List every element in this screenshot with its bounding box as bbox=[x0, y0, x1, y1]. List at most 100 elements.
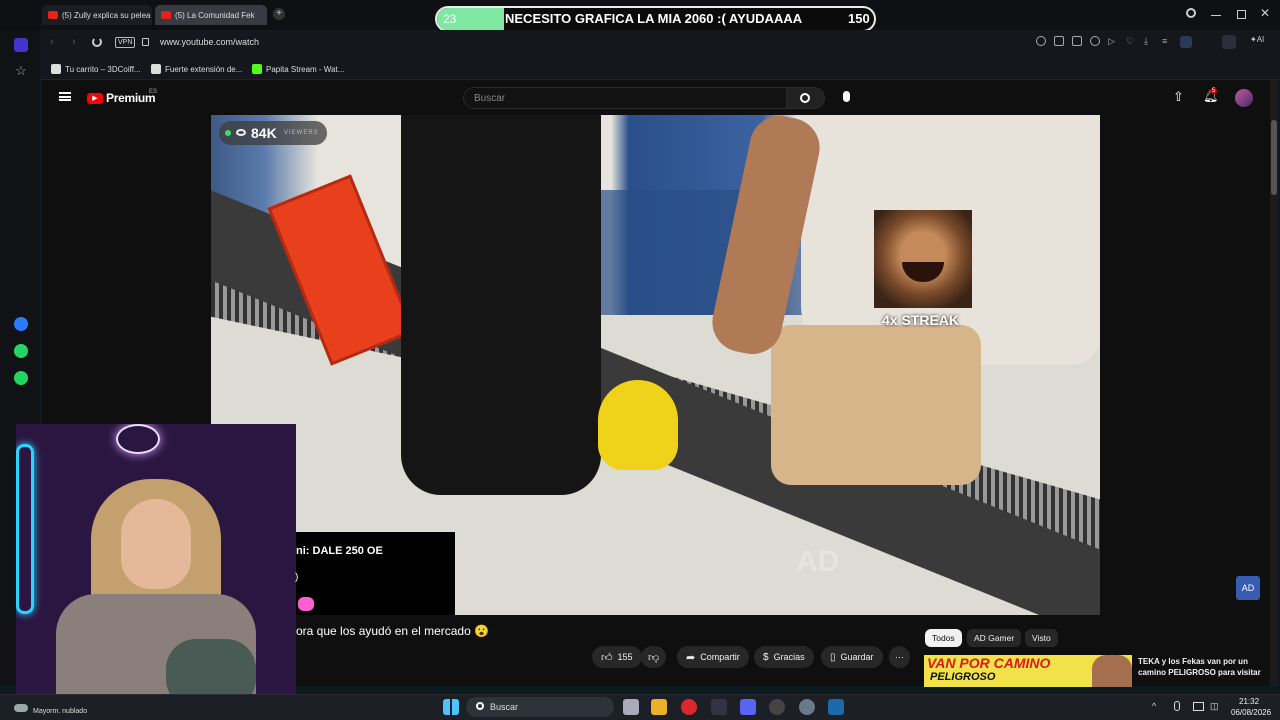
streamer-face bbox=[121, 499, 191, 589]
tab-label: (5) Zully explica su pelea c bbox=[62, 10, 152, 20]
video-player[interactable]: 84K VIEWERS 4x STREAK AD bbox=[211, 115, 1100, 615]
whatsapp-icon[interactable] bbox=[14, 344, 28, 358]
tab-comunidad[interactable]: (5) La Comunidad Fek bbox=[155, 5, 267, 25]
goal-current: 23 bbox=[443, 12, 457, 26]
more-actions-button[interactable]: ··· bbox=[889, 646, 910, 668]
chatgpt-icon[interactable] bbox=[769, 699, 785, 715]
goal-target: 150 bbox=[848, 11, 870, 26]
shield-icon[interactable] bbox=[1090, 36, 1100, 46]
steam-icon[interactable] bbox=[828, 699, 844, 715]
search-button[interactable] bbox=[787, 87, 825, 109]
dislike-button[interactable]: 👎︎ bbox=[641, 646, 667, 668]
bookmark-carrito[interactable]: Tu carrito – 3DCoiff... bbox=[51, 61, 141, 77]
zoom-icon[interactable] bbox=[1036, 36, 1046, 46]
new-tab-icon[interactable]: + bbox=[273, 8, 285, 20]
goal-text: NECESITO GRAFICA LA MIA 2060 :( AYUDAAAA bbox=[505, 11, 803, 26]
bookmark-label: Tu carrito – 3DCoiff... bbox=[65, 64, 141, 74]
eye-icon bbox=[236, 129, 246, 136]
thumbnail-person bbox=[1092, 655, 1132, 687]
spotify-icon[interactable] bbox=[14, 371, 28, 385]
viewer-count: 84K bbox=[251, 125, 277, 141]
ai-button[interactable]: ✦AI bbox=[1250, 35, 1264, 44]
bookmark-label: Papita Stream - Wat... bbox=[266, 64, 345, 74]
task-view-icon[interactable] bbox=[623, 699, 639, 715]
taskbar-search-icon bbox=[476, 702, 484, 710]
minimize-icon[interactable] bbox=[1211, 15, 1221, 16]
tray-mic-icon[interactable] bbox=[1174, 701, 1180, 711]
windows-taskbar bbox=[0, 694, 1280, 720]
bookmark-papita[interactable]: Papita Stream - Wat... bbox=[252, 61, 344, 77]
share-button[interactable]: ➦ Compartir bbox=[677, 646, 749, 668]
avatar[interactable] bbox=[1235, 89, 1253, 107]
person-black bbox=[401, 115, 601, 495]
star-icon[interactable]: ☆ bbox=[14, 64, 28, 78]
recommended-thumbnail[interactable]: VAN POR CAMINO PELIGROSO bbox=[924, 655, 1132, 687]
opera-taskbar-icon[interactable] bbox=[681, 699, 697, 715]
heart-icon[interactable]: ♡ bbox=[1126, 36, 1136, 46]
like-button[interactable]: 👍︎ 155 bbox=[592, 646, 642, 668]
tray-display-icon[interactable] bbox=[1193, 702, 1204, 711]
bookmark-favicon-icon bbox=[151, 64, 161, 74]
messenger-icon[interactable] bbox=[14, 317, 28, 331]
settings-icon[interactable] bbox=[799, 699, 815, 715]
save-label: Guardar bbox=[840, 652, 874, 662]
close-icon[interactable]: ✕ bbox=[1260, 6, 1270, 20]
scrollbar-thumb[interactable] bbox=[1271, 120, 1277, 195]
chip-visto[interactable]: Visto bbox=[1025, 629, 1058, 647]
neon-light bbox=[16, 444, 34, 614]
play-icon[interactable]: ▷ bbox=[1108, 36, 1118, 46]
recommended-title[interactable]: TEKA y los Fekas van por un camino PELIG… bbox=[1138, 656, 1263, 678]
mic-icon[interactable] bbox=[843, 91, 850, 102]
chat-message-2: ) bbox=[295, 572, 299, 583]
weather-icon[interactable] bbox=[14, 704, 28, 712]
taskbar-search[interactable]: Buscar bbox=[466, 697, 614, 717]
thumbnail-subtext: PELIGROSO bbox=[930, 671, 996, 683]
menu-icon[interactable]: ≡ bbox=[1162, 36, 1172, 46]
bookmark-icon: ▯ bbox=[830, 651, 836, 663]
aria-icon[interactable] bbox=[1222, 35, 1236, 49]
extensions-toolbar: ▷ ♡ ⤓ ≡ bbox=[1036, 36, 1216, 48]
clock-time[interactable]: 21:32 bbox=[1239, 697, 1259, 706]
vpn-badge[interactable]: VPN bbox=[115, 37, 136, 48]
file-explorer-icon[interactable] bbox=[651, 699, 667, 715]
upload-icon[interactable]: ⇧ bbox=[1173, 89, 1184, 105]
youtube-favicon-icon bbox=[48, 11, 58, 19]
windows-start-icon[interactable] bbox=[443, 699, 459, 715]
home-icon[interactable] bbox=[14, 38, 28, 52]
clock-date[interactable]: 06/08/2026 bbox=[1231, 708, 1271, 717]
back-icon[interactable]: ‹ bbox=[50, 36, 54, 48]
network-icon[interactable]: ◫ bbox=[1210, 701, 1219, 712]
chat-message: ni: DALE 250 OE bbox=[296, 545, 383, 557]
bookmark-label: Fuerte extensión de... bbox=[165, 64, 243, 74]
search-input[interactable]: Buscar bbox=[463, 87, 787, 109]
more-icon: ··· bbox=[895, 652, 904, 662]
thanks-button[interactable]: $ Gracias bbox=[754, 646, 814, 668]
channel-watermark-icon[interactable]: AD bbox=[1236, 576, 1260, 600]
save-button[interactable]: ▯ Guardar bbox=[821, 646, 883, 668]
share-label: Compartir bbox=[700, 652, 740, 662]
search-tabs-icon[interactable] bbox=[1186, 8, 1196, 18]
app-icon[interactable] bbox=[711, 699, 727, 715]
camera-icon[interactable] bbox=[1072, 36, 1082, 46]
chip-ad-gamer[interactable]: AD Gamer bbox=[967, 629, 1022, 647]
forward-icon[interactable]: › bbox=[72, 36, 76, 48]
maximize-icon[interactable] bbox=[1237, 10, 1246, 19]
reload-icon[interactable] bbox=[92, 37, 102, 47]
tray-chevron-icon[interactable]: ^ bbox=[1152, 701, 1156, 711]
chip-todos[interactable]: Todos bbox=[925, 629, 962, 647]
thanks-icon: $ bbox=[763, 651, 769, 663]
download-icon[interactable]: ⤓ bbox=[1144, 36, 1154, 46]
weather-label[interactable]: Mayorm. nublado bbox=[33, 708, 87, 715]
tab-zully[interactable]: (5) Zully explica su pelea c bbox=[42, 5, 152, 25]
tab-label: (5) La Comunidad Fek bbox=[175, 10, 255, 20]
chat-emote bbox=[298, 597, 314, 611]
edit-icon[interactable] bbox=[1054, 36, 1064, 46]
donation-goal-bar: 23 NECESITO GRAFICA LA MIA 2060 :( AYUDA… bbox=[435, 6, 876, 32]
profile-icon[interactable] bbox=[1180, 36, 1192, 48]
discord-icon[interactable] bbox=[740, 699, 756, 715]
youtube-logo[interactable]: ▶ Premium bbox=[87, 91, 156, 105]
bookmark-extension[interactable]: Fuerte extensión de... bbox=[151, 61, 242, 77]
search-icon bbox=[800, 93, 810, 103]
viewer-label: VIEWERS bbox=[284, 130, 319, 136]
url-field[interactable]: www.youtube.com/watch bbox=[160, 37, 259, 47]
